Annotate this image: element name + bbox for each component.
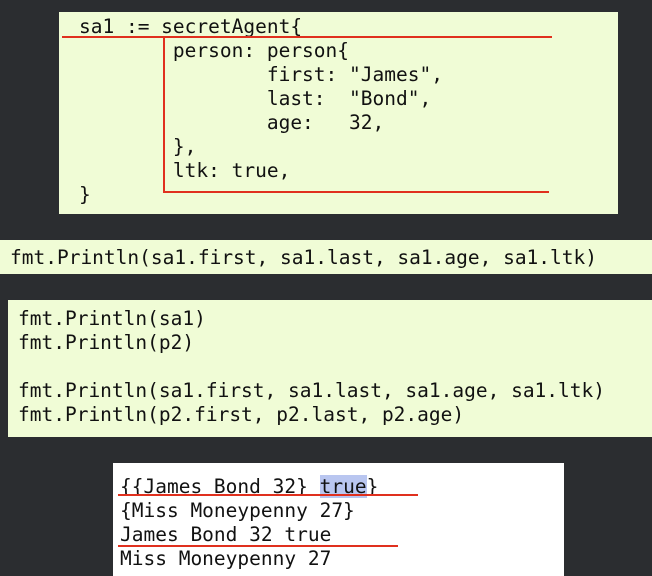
output-line: Miss Moneypenny 27: [120, 547, 332, 570]
code-line: person: person{: [79, 39, 350, 62]
program-output-panel: {{James Bond 32} true} {Miss Moneypenny …: [113, 463, 564, 576]
output-line: {Miss Moneypenny 27}: [120, 499, 355, 522]
code-line: first: "James",: [79, 63, 443, 86]
output-underline-2: [118, 545, 398, 547]
annotation-underline: [62, 36, 552, 38]
struct-literal-panel: sa1 := secretAgent{ person: person{ firs…: [59, 12, 618, 214]
print-block-panel: fmt.Println(sa1) fmt.Println(p2) fmt.Pri…: [8, 300, 652, 437]
code-line: fmt.Println(p2.first, p2.last, p2.age): [18, 403, 465, 426]
output-underline-1: [118, 494, 418, 496]
output-line: James Bond 32 true: [120, 523, 332, 546]
code-line: ltk: true,: [79, 159, 291, 182]
code-line: last: "Bond",: [79, 87, 432, 110]
code-line: fmt.Println(p2): [18, 331, 195, 354]
code-line: },: [79, 135, 197, 158]
code-line: fmt.Println(sa1.first, sa1.last, sa1.age…: [10, 246, 597, 269]
annotation-left-bracket: [163, 36, 165, 193]
single-println-panel: fmt.Println(sa1.first, sa1.last, sa1.age…: [0, 240, 652, 274]
code-line: fmt.Println(sa1.first, sa1.last, sa1.age…: [18, 379, 605, 402]
code-line: fmt.Println(sa1): [18, 307, 206, 330]
annotation-bottom-line: [163, 191, 549, 193]
code-line: age: 32,: [79, 111, 385, 134]
code-line: }: [79, 183, 91, 206]
